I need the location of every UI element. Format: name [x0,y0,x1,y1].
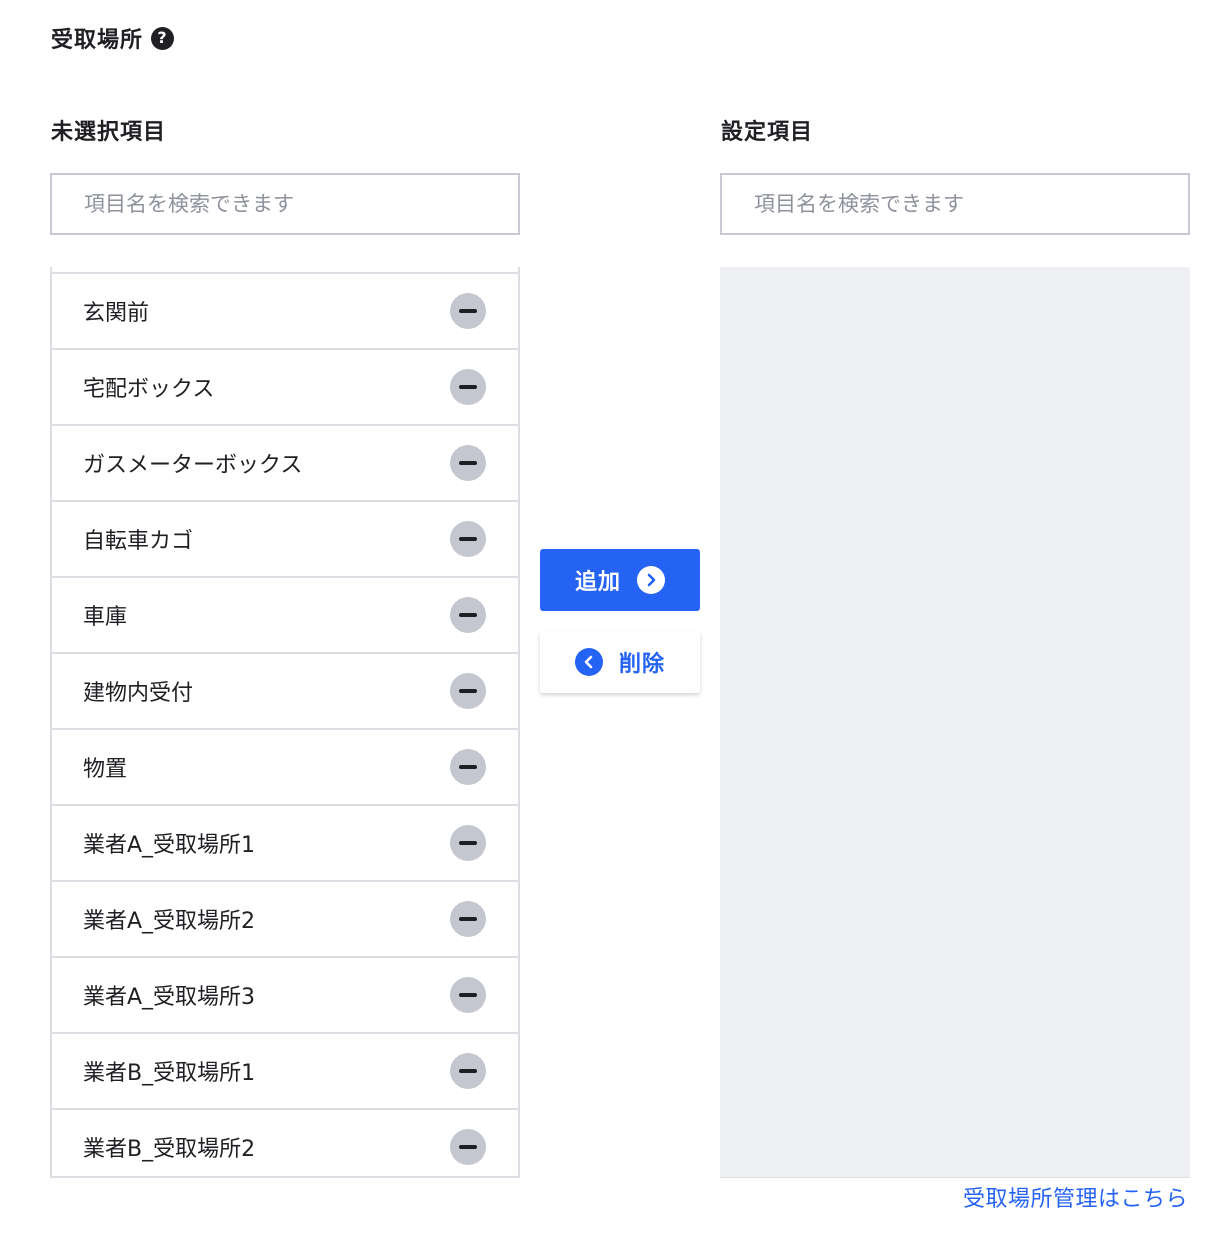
list-item[interactable]: ガスメーターボックス [52,426,518,502]
list-item[interactable]: 業者A_受取場所2 [52,882,518,958]
chevron-left-circle-icon [574,648,603,676]
list-item-label: 車庫 [83,605,128,630]
remove-button-label: 削除 [618,652,665,677]
list-item-label: 建物内受付 [83,681,194,706]
minus-circle-icon[interactable] [450,597,486,633]
unselected-items-list[interactable]: 玄関前 宅配ボックス ガスメーターボックス 自転車カゴ 車庫 建物内受付 物置 … [50,267,520,1178]
list-item-label: 業者B_受取場所1 [83,1061,256,1086]
minus-circle-icon[interactable] [450,673,486,709]
section-header: 受取場所 ? [51,22,175,54]
add-button-label: 追加 [574,570,621,595]
unselected-search-input[interactable] [50,173,520,235]
list-item-label: 物置 [83,757,128,782]
list-item[interactable]: 業者B_受取場所1 [52,1034,518,1110]
minus-circle-icon[interactable] [450,445,486,481]
selected-items-list[interactable] [720,267,1190,1178]
minus-circle-icon[interactable] [450,293,486,329]
list-item-label: 業者B_受取場所2 [83,1137,256,1162]
list-item[interactable]: 建物内受付 [52,654,518,730]
list-item-label: 宅配ボックス [83,377,215,402]
chevron-right-circle-icon [637,566,665,594]
manage-locations-link[interactable]: 受取場所管理はこちら [963,1181,1188,1213]
minus-circle-icon[interactable] [450,749,486,785]
remove-button[interactable]: 削除 [540,631,700,693]
minus-circle-icon[interactable] [450,369,486,405]
minus-circle-icon[interactable] [450,901,486,937]
unselected-column-title: 未選択項目 [51,120,167,145]
list-item-label: ガスメーターボックス [83,453,303,478]
list-item[interactable]: 宅配ボックス [52,350,518,426]
list-item[interactable]: 車庫 [52,578,518,654]
list-item-partial [52,267,518,274]
list-item-label: 玄関前 [83,301,150,326]
minus-circle-icon[interactable] [450,1053,486,1089]
section-title: 受取場所 [51,28,144,53]
list-item-label: 業者A_受取場所2 [83,909,256,934]
add-button[interactable]: 追加 [540,549,700,611]
minus-circle-icon[interactable] [450,977,486,1013]
selected-search-input[interactable] [720,173,1190,235]
list-item-label: 業者A_受取場所3 [83,985,256,1010]
minus-circle-icon[interactable] [450,1129,486,1165]
list-item[interactable]: 自転車カゴ [52,502,518,578]
list-item[interactable]: 業者A_受取場所1 [52,806,518,882]
minus-circle-icon[interactable] [450,825,486,861]
list-item[interactable]: 物置 [52,730,518,806]
list-item[interactable]: 玄関前 [52,274,518,350]
list-item[interactable]: 業者B_受取場所2 [52,1110,518,1176]
list-item-label: 自転車カゴ [83,529,194,554]
question-circle-icon[interactable]: ? [151,26,175,50]
selected-column-title: 設定項目 [721,120,814,145]
list-item[interactable]: 業者A_受取場所3 [52,958,518,1034]
list-item-label: 業者A_受取場所1 [83,833,256,858]
minus-circle-icon[interactable] [450,521,486,557]
